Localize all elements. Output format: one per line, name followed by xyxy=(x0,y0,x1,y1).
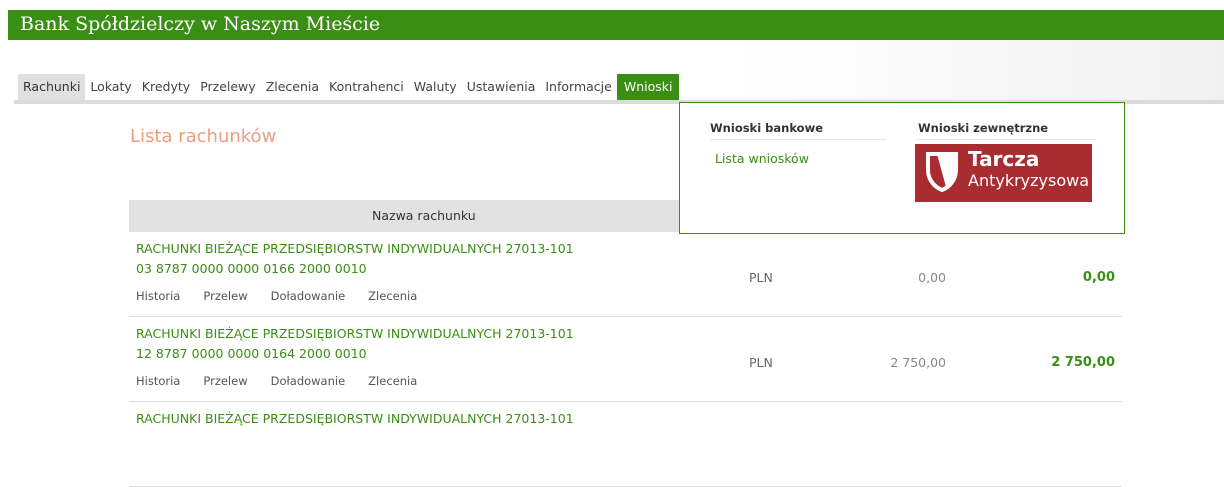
topup-link[interactable]: Doładowanie xyxy=(271,374,346,388)
divider xyxy=(710,139,886,140)
wnioski-dropdown: Wnioski bankowe Lista wniosków Wnioski z… xyxy=(679,102,1125,234)
nav-item-wnioski[interactable]: Wnioski xyxy=(616,74,680,100)
nav-item-kontrahenci[interactable]: Kontrahenci xyxy=(324,74,409,100)
nav-item-przelewy[interactable]: Przelewy xyxy=(195,74,261,100)
main-nav: Rachunki Lokaty Kredyty Przelewy Zleceni… xyxy=(18,74,680,100)
header-banner: Bank Spółdzielczy w Naszym Mieście xyxy=(8,10,1224,40)
account-name-link[interactable]: RACHUNKI BIEŻĄCE PRZEDSIĘBIORSTW INDYWID… xyxy=(136,324,676,364)
table-row: RACHUNKI BIEŻĄCE PRZEDSIĘBIORSTW INDYWID… xyxy=(129,232,1122,317)
external-applications-header: Wnioski zewnętrzne xyxy=(918,121,1049,135)
tarcza-antykryzysowa-banner[interactable]: Tarcza Antykryzysowa xyxy=(915,144,1092,202)
tarcza-title: Tarcza xyxy=(968,147,1040,171)
currency: PLN xyxy=(749,355,773,370)
nav-item-rachunki[interactable]: Rachunki xyxy=(18,74,86,100)
topup-link[interactable]: Doładowanie xyxy=(271,289,346,303)
account-name[interactable]: RACHUNKI BIEŻĄCE PRZEDSIĘBIORSTW INDYWID… xyxy=(136,324,676,344)
orders-link[interactable]: Zlecenia xyxy=(368,374,417,388)
bank-applications-header: Wnioski bankowe xyxy=(710,121,823,135)
transfer-link[interactable]: Przelew xyxy=(203,374,247,388)
account-number[interactable]: 12 8787 0000 0000 0164 2000 0010 xyxy=(136,344,676,364)
balance: 0,00 xyxy=(918,270,946,285)
accounts-table: Nazwa rachunku RACHUNKI BIEŻĄCE PRZEDSIĘ… xyxy=(129,200,1122,487)
nav-item-lokaty[interactable]: Lokaty xyxy=(85,74,136,100)
history-link[interactable]: Historia xyxy=(136,289,180,303)
table-row: RACHUNKI BIEŻĄCE PRZEDSIĘBIORSTW INDYWID… xyxy=(129,317,1122,402)
history-link[interactable]: Historia xyxy=(136,374,180,388)
account-name-link[interactable]: RACHUNKI BIEŻĄCE PRZEDSIĘBIORSTW INDYWID… xyxy=(136,409,676,429)
nav-item-informacje[interactable]: Informacje xyxy=(540,74,616,100)
orders-link[interactable]: Zlecenia xyxy=(368,289,417,303)
account-actions: Historia Przelew Doładowanie Zlecenia xyxy=(136,374,417,388)
table-row: RACHUNKI BIEŻĄCE PRZEDSIĘBIORSTW INDYWID… xyxy=(129,402,1122,487)
currency: PLN xyxy=(749,270,773,285)
nav-item-waluty[interactable]: Waluty xyxy=(409,74,462,100)
account-name[interactable]: RACHUNKI BIEŻĄCE PRZEDSIĘBIORSTW INDYWID… xyxy=(136,239,676,259)
page-title: Lista rachunków xyxy=(130,126,277,147)
shield-icon xyxy=(926,152,958,192)
tarcza-subtitle: Antykryzysowa xyxy=(968,171,1090,190)
account-name[interactable]: RACHUNKI BIEŻĄCE PRZEDSIĘBIORSTW INDYWID… xyxy=(136,409,676,429)
account-name-link[interactable]: RACHUNKI BIEŻĄCE PRZEDSIĘBIORSTW INDYWID… xyxy=(136,239,676,279)
account-number[interactable]: 03 8787 0000 0000 0166 2000 0010 xyxy=(136,259,676,279)
available-funds: 0,00 xyxy=(1082,270,1115,285)
nav-item-ustawienia[interactable]: Ustawienia xyxy=(462,74,541,100)
account-actions: Historia Przelew Doładowanie Zlecenia xyxy=(136,289,417,303)
bank-name: Bank Spółdzielczy w Naszym Mieście xyxy=(20,13,381,35)
nav-item-zlecenia[interactable]: Zlecenia xyxy=(261,74,324,100)
available-funds: 2 750,00 xyxy=(1051,355,1115,370)
transfer-link[interactable]: Przelew xyxy=(203,289,247,303)
nav-item-kredyty[interactable]: Kredyty xyxy=(137,74,195,100)
applications-list-link[interactable]: Lista wniosków xyxy=(715,151,809,166)
divider xyxy=(916,139,1096,140)
balance: 2 750,00 xyxy=(890,355,946,370)
column-header-name: Nazwa rachunku xyxy=(372,208,476,223)
